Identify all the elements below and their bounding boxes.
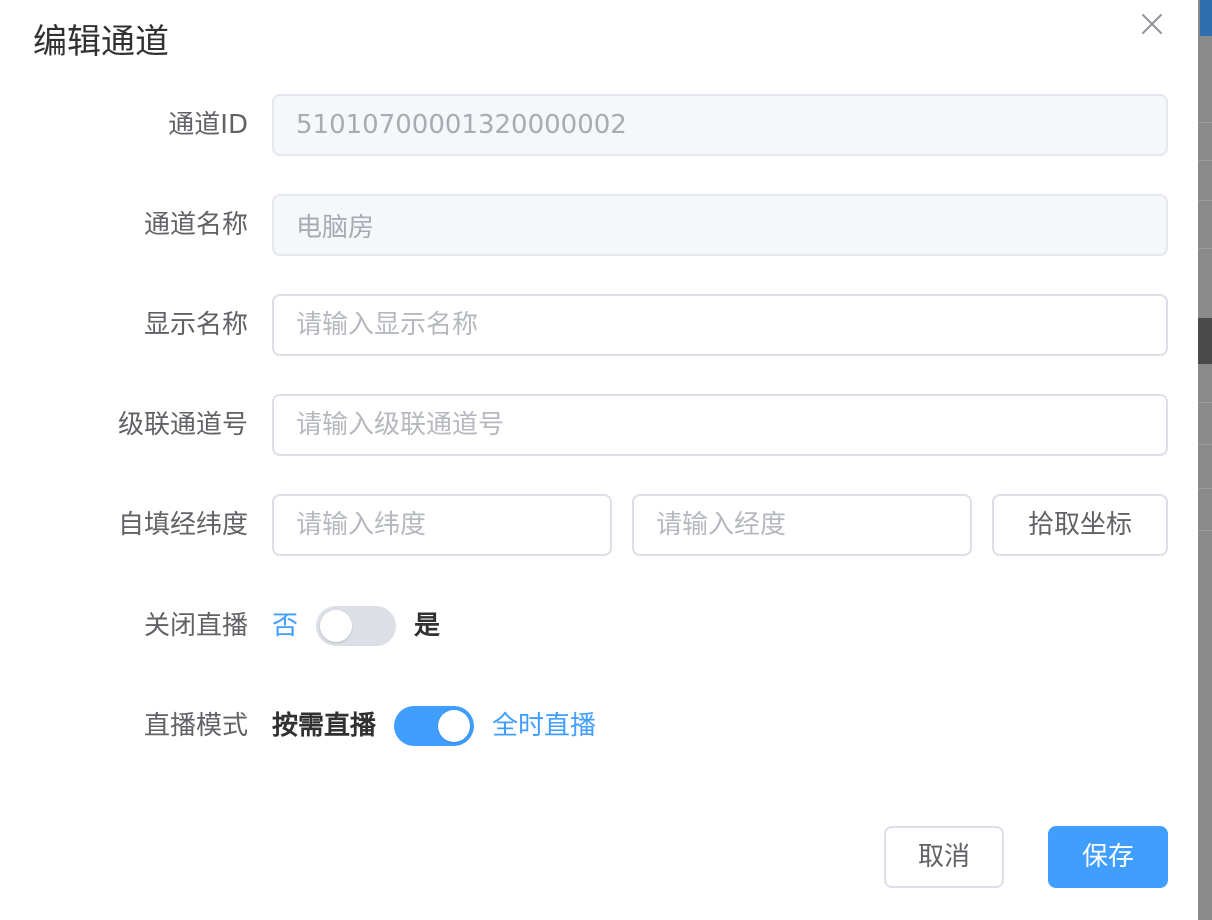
- close-live-on-text[interactable]: 是: [414, 595, 440, 657]
- switch-knob: [438, 710, 471, 742]
- live-mode-label: 直播模式: [143, 711, 248, 741]
- background-row-divider: [1198, 122, 1212, 123]
- form-row-channel-id: 通道ID: [0, 94, 1198, 156]
- background-page-edge: [1198, 0, 1212, 920]
- close-live-switch-group: 否 是: [272, 595, 440, 657]
- channel-id-input[interactable]: [272, 94, 1168, 156]
- form-row-cascade-channel: 级联通道号: [0, 394, 1198, 456]
- form-row-display-name: 显示名称: [0, 294, 1198, 356]
- background-row-divider: [1198, 200, 1212, 201]
- cascade-channel-input[interactable]: [272, 394, 1168, 456]
- live-mode-switch[interactable]: [394, 706, 475, 746]
- background-row-divider: [1198, 488, 1212, 489]
- form-row-close-live: 关闭直播 否 是: [0, 595, 1198, 657]
- background-tooltip-block: [1198, 318, 1212, 364]
- channel-name-label: 通道名称: [143, 210, 248, 240]
- edit-channel-dialog: 编辑通道 通道ID 通道名称 显示名称 级联通道号 自填经纬度 拾取坐标 关闭直…: [0, 0, 1198, 920]
- background-row-divider: [1198, 444, 1212, 445]
- close-live-off-text[interactable]: 否: [272, 595, 298, 657]
- longitude-input[interactable]: [632, 494, 972, 556]
- background-row-divider: [1198, 248, 1212, 249]
- display-name-input[interactable]: [272, 294, 1168, 356]
- form-row-channel-name: 通道名称: [0, 194, 1198, 256]
- live-mode-off-text[interactable]: 按需直播: [272, 695, 376, 757]
- display-name-label: 显示名称: [143, 310, 248, 340]
- switch-knob: [320, 610, 353, 642]
- background-row-divider: [1198, 402, 1212, 403]
- save-button[interactable]: 保存: [1048, 826, 1168, 888]
- form-row-live-mode: 直播模式 按需直播 全时直播: [0, 695, 1198, 757]
- coordinates-label: 自填经纬度: [117, 510, 248, 540]
- dialog-title: 编辑通道: [33, 22, 169, 62]
- cancel-button[interactable]: 取消: [884, 826, 1004, 888]
- background-row-divider: [1198, 160, 1212, 161]
- form-row-coordinates: 自填经纬度 拾取坐标: [0, 494, 1198, 556]
- channel-name-input[interactable]: [272, 194, 1168, 256]
- background-row-divider: [1198, 530, 1212, 531]
- latitude-input[interactable]: [272, 494, 612, 556]
- cascade-channel-label: 级联通道号: [117, 410, 248, 440]
- channel-id-label: 通道ID: [168, 110, 248, 140]
- live-mode-switch-group: 按需直播 全时直播: [272, 695, 596, 757]
- background-header-block: [1200, 0, 1212, 36]
- pick-coordinates-button[interactable]: 拾取坐标: [992, 494, 1168, 556]
- live-mode-on-text[interactable]: 全时直播: [492, 695, 596, 757]
- close-icon[interactable]: [1138, 10, 1166, 38]
- close-live-label: 关闭直播: [143, 611, 248, 641]
- close-live-switch[interactable]: [316, 606, 397, 646]
